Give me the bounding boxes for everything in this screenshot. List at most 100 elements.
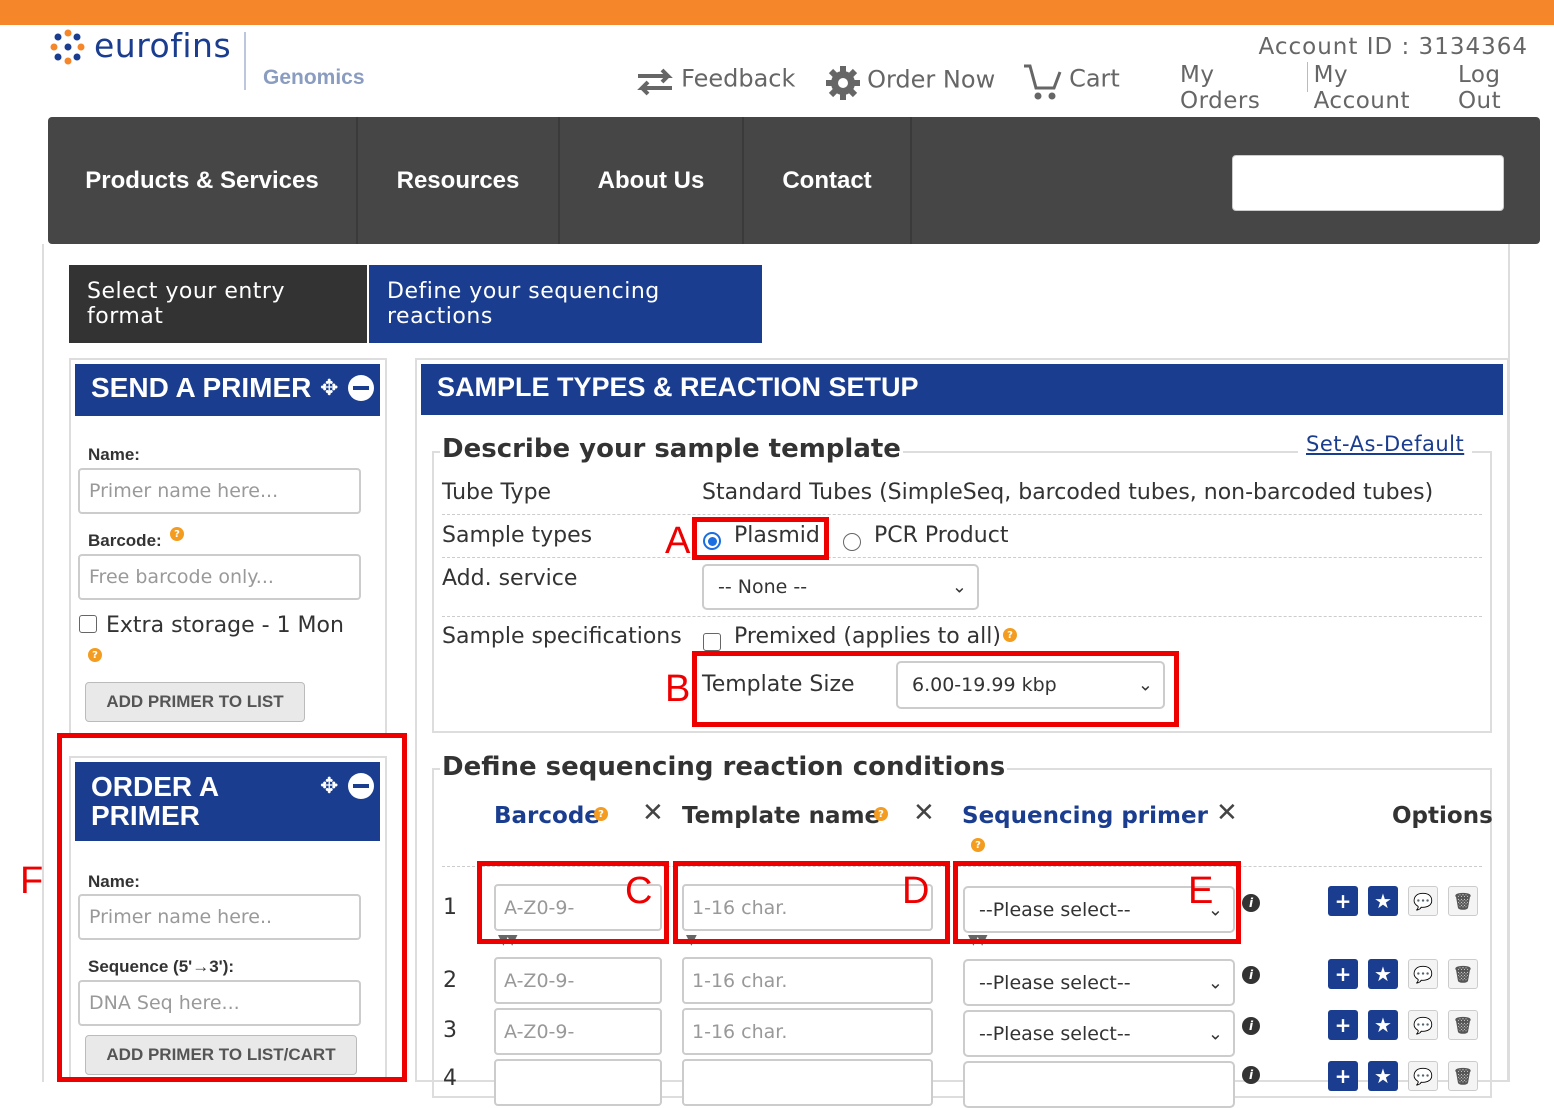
- chevron-down-icon: ⌄: [1207, 972, 1223, 993]
- trash-icon[interactable]: 🗑: [1448, 886, 1478, 916]
- brand-division: Genomics: [263, 66, 365, 89]
- describe-legend: Describe your sample template: [440, 434, 903, 464]
- star-icon[interactable]: ★: [1368, 959, 1398, 989]
- add-row-icon[interactable]: +: [1328, 1010, 1358, 1040]
- set-as-default-link[interactable]: Set-As-Default: [1298, 432, 1473, 456]
- template-name-input[interactable]: 1-16 char.: [682, 957, 933, 1004]
- brand-name[interactable]: eurofins: [94, 26, 231, 65]
- info-icon[interactable]: i: [1242, 1017, 1260, 1035]
- template-name-input[interactable]: 1-16 char.: [682, 1008, 933, 1055]
- row-divider: [442, 514, 1482, 515]
- help-icon[interactable]: ?: [971, 838, 985, 852]
- annotation-box-a: [692, 517, 829, 560]
- my-account-link[interactable]: My Account: [1310, 62, 1454, 114]
- feedback-label: Feedback: [681, 64, 796, 93]
- col-template-name: Template name: [682, 803, 881, 829]
- star-icon[interactable]: ★: [1368, 886, 1398, 916]
- nav-products-services[interactable]: Products & Services: [48, 117, 356, 244]
- eurofins-logo-icon[interactable]: [48, 28, 88, 68]
- nav-about-us[interactable]: About Us: [560, 117, 742, 244]
- comment-icon[interactable]: 💬: [1408, 1010, 1438, 1040]
- tube-type-value: Standard Tubes (SimpleSeq, barcoded tube…: [702, 480, 1434, 505]
- help-icon[interactable]: ?: [594, 807, 608, 821]
- info-icon[interactable]: i: [1242, 966, 1260, 984]
- clear-barcode-icon[interactable]: ✕: [642, 798, 664, 828]
- primer-select[interactable]: --Please select-- ⌄: [963, 1010, 1235, 1057]
- logo-divider: [244, 32, 246, 90]
- row-divider: [442, 616, 1482, 617]
- add-primer-to-list-button[interactable]: ADD PRIMER TO LIST: [85, 682, 305, 722]
- tube-type-label: Tube Type: [442, 480, 552, 505]
- barcode-input[interactable]: A-Z0-9-: [494, 957, 662, 1004]
- star-icon[interactable]: ★: [1368, 1061, 1398, 1091]
- add-row-icon[interactable]: +: [1328, 1061, 1358, 1091]
- primer-select-value: --Please select--: [979, 971, 1131, 994]
- send-barcode-input[interactable]: Free barcode only...: [78, 554, 361, 600]
- col-options: Options: [1392, 803, 1493, 829]
- annotation-label-b: B: [665, 668, 691, 710]
- annotation-label-a: A: [665, 520, 691, 562]
- send-name-label: Name:: [88, 445, 140, 464]
- add-service-select[interactable]: -- None -- ⌄: [702, 564, 979, 610]
- row-number: 2: [443, 968, 457, 993]
- cart-link[interactable]: Cart: [1022, 62, 1120, 102]
- help-icon[interactable]: ?: [88, 648, 102, 662]
- premixed-checkbox[interactable]: [703, 633, 721, 651]
- nav-divider: [910, 117, 912, 244]
- annotation-label-c: C: [625, 870, 653, 912]
- annotation-box-f: [57, 733, 407, 1082]
- my-orders-link[interactable]: My Orders: [1176, 62, 1305, 114]
- feedback-link[interactable]: Feedback: [634, 64, 795, 100]
- pcr-product-radio[interactable]: [843, 533, 861, 551]
- trash-icon[interactable]: 🗑: [1448, 959, 1478, 989]
- col-barcode[interactable]: Barcode: [494, 803, 600, 829]
- help-icon[interactable]: ?: [170, 527, 184, 541]
- info-icon[interactable]: i: [1242, 1066, 1260, 1084]
- barcode-input[interactable]: [494, 1059, 662, 1106]
- nav-contact[interactable]: Contact: [744, 117, 910, 244]
- row-number: 4: [443, 1066, 457, 1091]
- add-row-icon[interactable]: +: [1328, 886, 1358, 916]
- setup-header: SAMPLE TYPES & REACTION SETUP: [421, 364, 1503, 415]
- annotation-label-f: F: [20, 860, 44, 902]
- collapse-icon[interactable]: [348, 375, 374, 401]
- trash-icon[interactable]: 🗑: [1448, 1010, 1478, 1040]
- add-row-icon[interactable]: +: [1328, 959, 1358, 989]
- row-number: 1: [443, 895, 457, 920]
- row-divider: [442, 557, 1482, 558]
- clear-primer-icon[interactable]: ✕: [1216, 798, 1238, 828]
- star-icon[interactable]: ★: [1368, 1010, 1398, 1040]
- move-icon[interactable]: ✥: [320, 376, 338, 401]
- nav-search-input[interactable]: [1232, 155, 1504, 211]
- primer-select[interactable]: --Please select-- ⌄: [963, 959, 1235, 1006]
- extra-storage-label: Extra storage - 1 Mon: [106, 613, 344, 638]
- row-number: 3: [443, 1018, 457, 1043]
- reactions-legend: Define sequencing reaction conditions: [440, 752, 1008, 782]
- main-nav: Products & Services Resources About Us C…: [48, 117, 1540, 244]
- nav-resources[interactable]: Resources: [358, 117, 558, 244]
- help-icon[interactable]: ?: [874, 807, 888, 821]
- premixed-label: Premixed (applies to all): [734, 624, 1001, 649]
- clear-template-icon[interactable]: ✕: [913, 798, 935, 828]
- comment-icon[interactable]: 💬: [1408, 1061, 1438, 1091]
- col-sequencing-primer[interactable]: Sequencing primer: [962, 803, 1208, 829]
- barcode-input[interactable]: A-Z0-9-: [494, 1008, 662, 1055]
- sample-types-label: Sample types: [442, 523, 593, 548]
- order-now-link[interactable]: Order Now: [824, 64, 995, 102]
- tab-entry-format[interactable]: Select your entry format: [69, 265, 367, 343]
- template-name-input[interactable]: [682, 1059, 933, 1106]
- logout-link[interactable]: Log Out: [1454, 62, 1554, 114]
- send-primer-title: SEND A PRIMER: [91, 372, 312, 403]
- extra-storage-checkbox[interactable]: [79, 615, 97, 633]
- help-icon[interactable]: ?: [1003, 628, 1017, 642]
- info-icon[interactable]: i: [1242, 894, 1260, 912]
- trash-icon[interactable]: 🗑: [1448, 1061, 1478, 1091]
- top-accent-bar: [0, 0, 1554, 25]
- comment-icon[interactable]: 💬: [1408, 886, 1438, 916]
- comment-icon[interactable]: 💬: [1408, 959, 1438, 989]
- send-name-input[interactable]: Primer name here...: [78, 468, 361, 514]
- primer-select-value: --Please select--: [979, 1022, 1131, 1045]
- account-link-separator: [1306, 62, 1308, 92]
- tab-define-reactions[interactable]: Define your sequencing reactions: [369, 265, 762, 343]
- primer-select[interactable]: [963, 1061, 1235, 1108]
